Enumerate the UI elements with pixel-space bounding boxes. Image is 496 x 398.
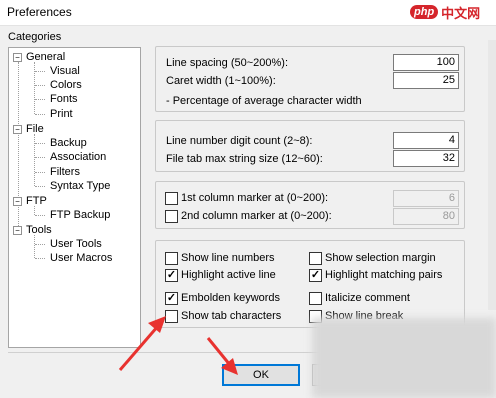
annotation-arrows [118,316,238,375]
arrow-to-ok-icon [206,337,238,375]
arrow-to-checkbox-icon [118,316,166,371]
